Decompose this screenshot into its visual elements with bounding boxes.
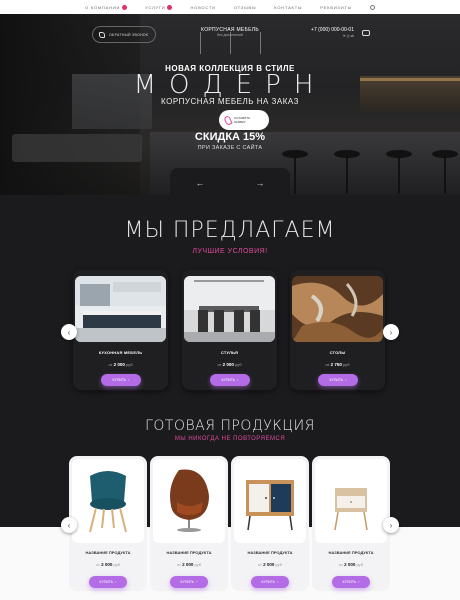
hero-tagline: КОРПУСНАЯ МЕБЕЛЬ НА ЗАКАЗ [161,97,299,106]
top-navigation: О КОМПАНИИ УСЛУГИ НОВОСТИ ОТЗЫВЫ КОНТАКТ… [0,0,460,14]
nightstand-image [315,459,387,543]
leave-request-button[interactable]: ОСТАВИТЬ ЗАЯВКУ [219,110,269,130]
hero-title: МОДЕРН [133,70,327,100]
buy-button[interactable]: КУПИТЬ › [89,576,127,588]
nav-item-label: УСЛУГИ [145,4,166,10]
offer-card[interactable]: СТОЛЫ от 2 750 руб КУПИТЬ › [290,270,385,390]
offer-title: МЫ ПРЕДЛАГАЕМ [124,218,336,243]
buy-button[interactable]: КУПИТЬ › [251,576,289,588]
discount-headline: СКИДКА 15% [194,131,266,143]
card-price: от 2 000 руб [177,562,201,567]
buy-button[interactable]: КУПИТЬ › [170,576,208,588]
pen-icon [223,114,233,126]
chevron-left-icon[interactable]: ‹ [61,517,77,533]
nav-item-label: РЕКВИЗИТЫ [320,4,352,10]
phone-number[interactable]: +7 (000) 000-00-01 [304,27,354,33]
offer-card[interactable]: КУХОННАЯ МЕБЕЛЬ от 2 000 руб КУПИТЬ › [73,270,168,390]
buy-button[interactable]: КУПИТЬ › [332,576,370,588]
callback-label: ОБРАТНЫЙ ЗВОНОК [109,32,149,37]
products-subtitle: МЫ НИКОГДА НЕ ПОВТОРЯЕМСЯ [174,436,286,442]
search-icon[interactable] [369,4,375,10]
card-title: СТОЛЫ [329,350,346,355]
armchair-image [72,459,144,543]
arrow-left-icon[interactable]: ← [196,178,205,188]
nav-item-label: КОНТАКТЫ [274,4,303,10]
callback-button[interactable]: ОБРАТНЫЙ ЗВОНОК [92,26,156,43]
offer-subtitle: ЛУЧШИЕ УСЛОВИЯ! [192,248,268,255]
stool-image [386,150,412,195]
cart-icon[interactable] [362,30,370,36]
arrow-right-icon[interactable]: → [256,178,265,188]
nav-item-label: О КОМПАНИИ [85,4,121,10]
nav-item-services[interactable]: УСЛУГИ [145,4,173,10]
card-title: СТУЛЬЯ [220,350,239,355]
stool-image [334,150,360,195]
nav-item-label: ОТЗЫВЫ [233,4,257,10]
card-price: от 2 000 руб [258,562,282,567]
card-price: от 2 750 руб [325,362,350,367]
site-logo[interactable]: КОРПУСНАЯ МЕБЕЛЬ без дополнений [196,27,264,37]
chairs-image [184,276,275,342]
card-price: от 2 000 руб [339,562,363,567]
chevron-right-icon[interactable]: › [383,324,399,340]
card-price: от 2 000 руб [108,362,133,367]
nav-item-contacts[interactable]: КОНТАКТЫ [274,5,302,10]
nav-item-about[interactable]: О КОМПАНИИ [85,4,128,10]
buy-button[interactable]: КУПИТЬ › [101,374,141,386]
product-card[interactable]: НАЗВАНИЕ ПРОДУКТА от 2 000 руб КУПИТЬ › [69,456,147,591]
card-title: НАЗВАНИЕ ПРОДУКТА [247,550,293,555]
card-title: НАЗВАНИЕ ПРОДУКТА [85,550,131,555]
notification-dot [167,4,173,10]
card-price: от 2 000 руб [96,562,120,567]
egg-chair-image [153,459,225,543]
chevron-left-icon[interactable]: ‹ [61,324,77,340]
tables-image [292,276,383,342]
logo-subtitle: без дополнений [217,33,243,37]
product-card[interactable]: НАЗВАНИЕ ПРОДУКТА от 2 000 руб КУПИТЬ › [150,456,228,591]
hero-slider-controls: ← → [170,168,290,198]
discount-note: ПРИ ЗАКАЗЕ С САЙТА [197,145,263,151]
nav-item-requisites[interactable]: РЕКВИЗИТЫ [320,5,352,10]
card-title: КУХОННАЯ МЕБЕЛЬ [98,350,143,355]
chevron-right-icon[interactable]: › [383,517,399,533]
card-title: НАЗВАНИЕ ПРОДУКТА [166,550,212,555]
product-card[interactable]: НАЗВАНИЕ ПРОДУКТА от 2 000 руб КУПИТЬ › [231,456,309,591]
card-title: НАЗВАНИЕ ПРОДУКТА [328,550,374,555]
card-price: от 2 000 руб [217,362,242,367]
phone-icon [99,31,105,38]
products-title: ГОТОВАЯ ПРОДУКЦИЯ [145,418,315,434]
nav-item-news[interactable]: НОВОСТИ [190,5,215,10]
nav-item-reviews[interactable]: ОТЗЫВЫ [234,5,256,10]
stool-image [432,150,458,195]
offer-card[interactable]: СТУЛЬЯ от 2 000 руб КУПИТЬ › [182,270,277,390]
buy-button[interactable]: КУПИТЬ › [210,374,250,386]
buy-button[interactable]: КУПИТЬ › [318,374,358,386]
header-contacts: +7 (000) 000-00-01 ✈ ◎ vk [304,27,354,38]
cabinet-image [234,459,306,543]
nav-item-label: НОВОСТИ [190,4,216,10]
social-icons[interactable]: ✈ ◎ vk [304,34,354,38]
leave-request-label: ОСТАВИТЬ ЗАЯВКУ [234,116,251,124]
kitchen-image [75,276,166,342]
product-card[interactable]: НАЗВАНИЕ ПРОДУКТА от 2 000 руб КУПИТЬ › [312,456,390,591]
notification-dot [122,4,128,10]
